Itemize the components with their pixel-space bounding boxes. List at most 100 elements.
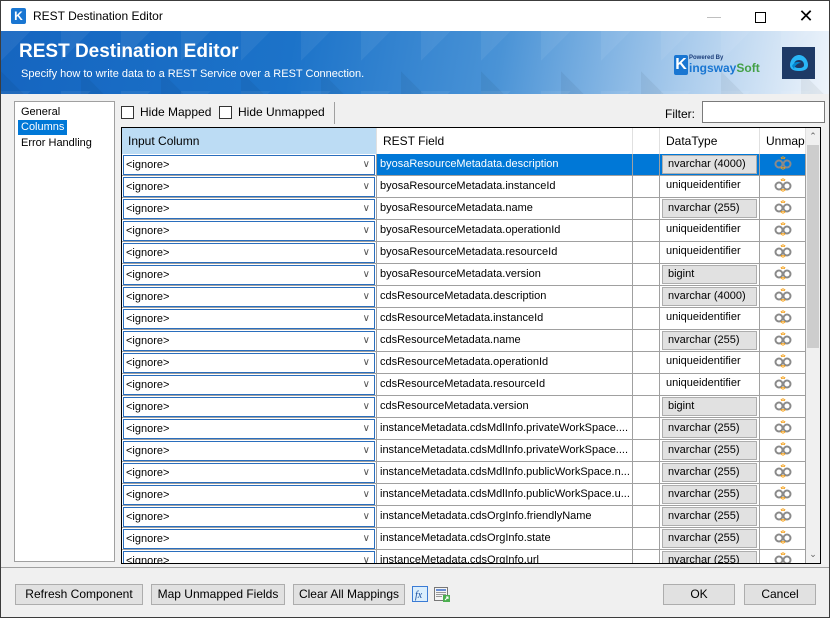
table-row[interactable]: <ignore> ∨ cdsResourceMetadata.resourceId u… xyxy=(122,374,806,396)
chevron-down-icon[interactable]: ∨ xyxy=(363,310,370,328)
rest-field-cell[interactable]: cdsResourceMetadata.description xyxy=(377,286,633,307)
clear-all-mappings-button[interactable]: Clear All Mappings xyxy=(293,584,405,605)
input-column-dropdown[interactable]: <ignore> ∨ xyxy=(123,463,375,483)
chevron-down-icon[interactable]: ∨ xyxy=(363,552,370,563)
chevron-down-icon[interactable]: ∨ xyxy=(363,332,370,350)
unmap-button[interactable] xyxy=(760,462,806,483)
unmap-button[interactable] xyxy=(760,396,806,417)
chevron-down-icon[interactable]: ∨ xyxy=(363,376,370,394)
chevron-down-icon[interactable]: ∨ xyxy=(363,530,370,548)
table-row[interactable]: <ignore> ∨ cdsResourceMetadata.instanceId u… xyxy=(122,308,806,330)
table-row[interactable]: <ignore> ∨ instanceMetadata.cdsOrgInfo.sta… xyxy=(122,528,806,550)
rest-field-cell[interactable]: instanceMetadata.cdsMdlInfo.publicWorkSp… xyxy=(377,462,633,483)
chevron-down-icon[interactable]: ∨ xyxy=(363,244,370,262)
hide-unmapped-checkbox-box[interactable] xyxy=(219,105,232,119)
rest-field-cell[interactable]: instanceMetadata.cdsMdlInfo.privateWorkS… xyxy=(377,440,633,461)
expression-fx-icon[interactable]: fx xyxy=(412,586,429,603)
datatype-value[interactable]: nvarchar (255) xyxy=(662,507,757,526)
input-column-dropdown[interactable]: <ignore> ∨ xyxy=(123,287,375,307)
rest-field-cell[interactable]: cdsResourceMetadata.instanceId xyxy=(377,308,633,329)
cancel-button[interactable]: Cancel xyxy=(744,584,816,605)
datatype-value[interactable]: nvarchar (255) xyxy=(662,485,757,504)
datatype-value[interactable]: bigint xyxy=(662,265,757,284)
table-row[interactable]: <ignore> ∨ byosaResourceMetadata.resourceI… xyxy=(122,242,806,264)
table-row[interactable]: <ignore> ∨ instanceMetadata.cdsOrgInfo.fri… xyxy=(122,506,806,528)
unmap-button[interactable] xyxy=(760,550,806,563)
input-column-dropdown[interactable]: <ignore> ∨ xyxy=(123,155,375,175)
rest-field-cell[interactable]: instanceMetadata.cdsOrgInfo.state xyxy=(377,528,633,549)
table-row[interactable]: <ignore> ∨ instanceMetadata.cdsMdlInfo.pub… xyxy=(122,484,806,506)
rest-field-cell[interactable]: byosaResourceMetadata.name xyxy=(377,198,633,219)
nav-item-error-handling[interactable]: Error Handling xyxy=(18,136,95,151)
refresh-component-button[interactable]: Refresh Component xyxy=(15,584,143,605)
chevron-down-icon[interactable]: ∨ xyxy=(363,178,370,196)
input-column-dropdown[interactable]: <ignore> ∨ xyxy=(123,177,375,197)
input-column-dropdown[interactable]: <ignore> ∨ xyxy=(123,221,375,241)
input-column-dropdown[interactable]: <ignore> ∨ xyxy=(123,507,375,527)
unmap-button[interactable] xyxy=(760,220,806,241)
datatype-value[interactable]: nvarchar (255) xyxy=(662,463,757,482)
unmap-button[interactable] xyxy=(760,330,806,351)
maximize-button[interactable] xyxy=(737,1,783,31)
unmap-button[interactable] xyxy=(760,440,806,461)
hide-unmapped-checkbox[interactable]: Hide Unmapped xyxy=(219,105,325,119)
rest-field-cell[interactable]: byosaResourceMetadata.version xyxy=(377,264,633,285)
table-row[interactable]: <ignore> ∨ cdsResourceMetadata.version bigi… xyxy=(122,396,806,418)
datatype-value[interactable]: nvarchar (255) xyxy=(662,199,757,218)
header-unmap[interactable]: Unmap xyxy=(760,128,806,154)
table-row[interactable]: <ignore> ∨ byosaResourceMetadata.name nvarc… xyxy=(122,198,806,220)
unmap-button[interactable] xyxy=(760,506,806,527)
table-row[interactable]: <ignore> ∨ cdsResourceMetadata.description… xyxy=(122,286,806,308)
rest-field-cell[interactable]: instanceMetadata.cdsMdlInfo.publicWorkSp… xyxy=(377,484,633,505)
rest-field-cell[interactable]: instanceMetadata.cdsOrgInfo.url xyxy=(377,550,633,563)
input-column-dropdown[interactable]: <ignore> ∨ xyxy=(123,529,375,549)
unmap-button[interactable] xyxy=(760,242,806,263)
rest-field-cell[interactable]: byosaResourceMetadata.resourceId xyxy=(377,242,633,263)
unmap-button[interactable] xyxy=(760,308,806,329)
chevron-down-icon[interactable]: ∨ xyxy=(363,156,370,174)
input-column-dropdown[interactable]: <ignore> ∨ xyxy=(123,441,375,461)
table-row[interactable]: <ignore> ∨ instanceMetadata.cdsMdlInfo.pub… xyxy=(122,462,806,484)
chevron-down-icon[interactable]: ∨ xyxy=(363,464,370,482)
export-mappings-icon[interactable] xyxy=(434,586,451,603)
nav-item-general[interactable]: General xyxy=(18,105,63,120)
ok-button[interactable]: OK xyxy=(663,584,735,605)
input-column-dropdown[interactable]: <ignore> ∨ xyxy=(123,397,375,417)
scroll-thumb[interactable] xyxy=(807,145,819,348)
rest-field-cell[interactable]: instanceMetadata.cdsOrgInfo.friendlyName xyxy=(377,506,633,527)
unmap-button[interactable] xyxy=(760,264,806,285)
scroll-down-icon[interactable]: ⌄ xyxy=(806,546,820,563)
input-column-dropdown[interactable]: <ignore> ∨ xyxy=(123,353,375,373)
table-row[interactable]: <ignore> ∨ byosaResourceMetadata.descripti… xyxy=(122,154,806,176)
chevron-down-icon[interactable]: ∨ xyxy=(363,266,370,284)
rest-field-cell[interactable]: cdsResourceMetadata.name xyxy=(377,330,633,351)
hide-mapped-checkbox-box[interactable] xyxy=(121,105,134,119)
rest-field-cell[interactable]: cdsResourceMetadata.version xyxy=(377,396,633,417)
filter-input[interactable] xyxy=(702,101,825,123)
datatype-value[interactable]: nvarchar (255) xyxy=(662,331,757,350)
header-datatype[interactable]: DataType xyxy=(660,128,760,154)
chevron-down-icon[interactable]: ∨ xyxy=(363,398,370,416)
chevron-down-icon[interactable]: ∨ xyxy=(363,486,370,504)
table-row[interactable]: <ignore> ∨ instanceMetadata.cdsMdlInfo.pri… xyxy=(122,440,806,462)
datatype-value[interactable]: nvarchar (255) xyxy=(662,529,757,548)
hide-mapped-checkbox[interactable]: Hide Mapped xyxy=(121,105,211,119)
nav-item-columns[interactable]: Columns xyxy=(18,120,68,135)
map-unmapped-fields-button[interactable]: Map Unmapped Fields xyxy=(151,584,285,605)
datatype-value[interactable]: nvarchar (255) xyxy=(662,419,757,438)
input-column-dropdown[interactable]: <ignore> ∨ xyxy=(123,331,375,351)
table-row[interactable]: <ignore> ∨ instanceMetadata.cdsMdlInfo.pri… xyxy=(122,418,806,440)
unmap-button[interactable] xyxy=(760,352,806,373)
datatype-value[interactable]: nvarchar (4000) xyxy=(662,287,757,306)
chevron-down-icon[interactable]: ∨ xyxy=(363,354,370,372)
input-column-dropdown[interactable]: <ignore> ∨ xyxy=(123,199,375,219)
table-row[interactable]: <ignore> ∨ cdsResourceMetadata.operationId… xyxy=(122,352,806,374)
unmap-button[interactable] xyxy=(760,528,806,549)
datatype-value[interactable]: bigint xyxy=(662,397,757,416)
rest-field-cell[interactable]: byosaResourceMetadata.description xyxy=(377,154,633,175)
chevron-down-icon[interactable]: ∨ xyxy=(363,420,370,438)
chevron-down-icon[interactable]: ∨ xyxy=(363,288,370,306)
rest-field-cell[interactable]: cdsResourceMetadata.resourceId xyxy=(377,374,633,395)
datatype-value[interactable]: nvarchar (4000) xyxy=(662,155,757,174)
chevron-down-icon[interactable]: ∨ xyxy=(363,442,370,460)
